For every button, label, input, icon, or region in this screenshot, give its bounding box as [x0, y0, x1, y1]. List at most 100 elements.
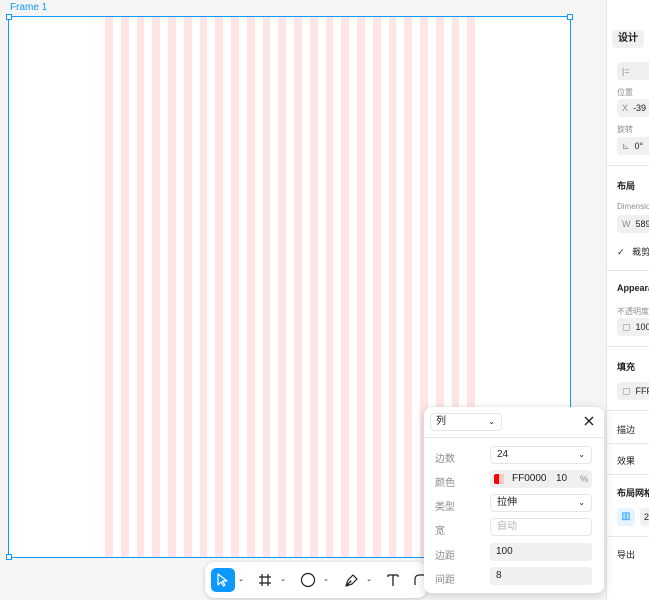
type-value: 拉伸: [497, 497, 517, 508]
type-select[interactable]: 拉伸 ⌄: [490, 494, 592, 512]
position-x-value: -39: [633, 103, 647, 113]
color-swatch-opacity: [499, 474, 504, 484]
gutter-label: 间距: [435, 575, 455, 586]
divider: [607, 536, 649, 537]
divider: [607, 443, 649, 444]
divider: [424, 437, 604, 438]
clip-label: 裁剪: [632, 247, 649, 257]
section-layout: 布局: [617, 181, 636, 191]
close-icon[interactable]: [582, 414, 596, 428]
frame-label[interactable]: Frame 1: [10, 2, 47, 13]
align-controls[interactable]: |=: [617, 62, 649, 80]
grid-column: [231, 17, 239, 557]
grid-column: [120, 17, 129, 557]
color-label: 颜色: [435, 478, 455, 489]
checkmark-icon: ✓: [617, 247, 625, 257]
grid-column: [294, 17, 302, 557]
width-field[interactable]: W 589: [617, 215, 649, 233]
grid-column: [357, 17, 365, 557]
grid-column: [152, 17, 160, 557]
grid-column: [262, 17, 271, 557]
chevron-down-icon[interactable]: ⌄: [279, 576, 287, 584]
ellipse-tool-icon[interactable]: [296, 568, 320, 592]
grid-column: [199, 17, 208, 557]
grid-column: [215, 17, 223, 557]
move-tool-icon[interactable]: [211, 568, 235, 592]
width-placeholder: 自动: [497, 521, 517, 532]
width-input[interactable]: 自动: [490, 518, 592, 536]
rotation-value: 0°: [634, 141, 644, 151]
divider: [607, 270, 649, 271]
section-export[interactable]: 导出: [617, 548, 635, 561]
grid-column: [341, 17, 349, 557]
column-grid-icon[interactable]: ▥: [617, 508, 635, 526]
tab-design[interactable]: 设计: [612, 30, 644, 48]
x-prefix: X: [622, 103, 629, 113]
rotation-icon: ⊾: [622, 141, 630, 151]
fill-field[interactable]: ▢ FFF: [617, 382, 649, 400]
opacity-icon: ▢: [622, 322, 631, 332]
position-x-field[interactable]: X -39: [617, 99, 649, 117]
divider: [607, 165, 649, 166]
fill-value: FFF: [635, 386, 649, 396]
grid-column: [309, 17, 318, 557]
grid-column: [246, 17, 255, 557]
gutter-value: 8: [496, 570, 502, 581]
margin-value: 100: [496, 546, 513, 557]
opacity-label: 不透明度: [617, 307, 649, 316]
resize-handle-bottom-left[interactable]: [6, 554, 12, 560]
opacity-field[interactable]: ▢ 100: [617, 318, 649, 336]
width-label: 宽: [435, 526, 445, 537]
rotation-field[interactable]: ⊾ 0°: [617, 137, 649, 155]
dimensions-label: Dimensio: [617, 202, 649, 211]
grid-column: [183, 17, 192, 557]
section-fill: 填充: [617, 362, 636, 372]
count-value: 24: [497, 449, 509, 460]
grid-column: [325, 17, 334, 557]
margin-label: 边距: [435, 551, 455, 562]
layout-grid-settings-popup: 列 ⌄ 边数 24 ⌄ 颜色 FF0000 10 % 类型 拉伸 ⌄ 宽 自动 …: [424, 407, 604, 593]
margin-input[interactable]: 100: [490, 543, 592, 561]
layout-grid-value[interactable]: 2: [640, 508, 649, 526]
opacity-value: 100: [635, 322, 649, 332]
count-label: 边数: [435, 454, 455, 465]
chevron-down-icon[interactable]: ⌄: [365, 576, 373, 584]
text-tool-icon[interactable]: [381, 568, 405, 592]
resize-handle-top-right[interactable]: [567, 14, 573, 20]
position-label: 位置: [617, 88, 633, 97]
grid-type-value: 列: [436, 416, 446, 427]
grid-column: [278, 17, 286, 557]
grid-column: [136, 17, 145, 557]
pen-tool-icon[interactable]: [339, 568, 363, 592]
divider: [548, 473, 549, 485]
gutter-input[interactable]: 8: [490, 567, 592, 585]
color-hex-value[interactable]: FF0000: [512, 470, 546, 488]
grid-column: [168, 17, 176, 557]
resize-handle-top-left[interactable]: [6, 14, 12, 20]
grid-column: [404, 17, 412, 557]
color-field[interactable]: FF0000 10 %: [490, 470, 592, 488]
percent-sign: %: [580, 474, 589, 484]
chevron-down-icon[interactable]: ⌄: [237, 576, 245, 584]
clip-content-checkbox[interactable]: ✓ 裁剪: [617, 245, 649, 258]
chevron-down-icon: ⌄: [578, 450, 585, 459]
chevron-down-icon: ⌄: [578, 498, 585, 507]
divider: [607, 346, 649, 347]
section-layout-grid: 布局网格: [617, 488, 649, 498]
w-prefix: W: [622, 219, 631, 229]
divider: [607, 474, 649, 475]
fill-swatch-icon: ▢: [622, 386, 631, 396]
count-select[interactable]: 24 ⌄: [490, 446, 592, 464]
chevron-down-icon[interactable]: ⌄: [322, 576, 330, 584]
chevron-down-icon: ⌄: [488, 417, 495, 426]
width-value: 589: [635, 219, 649, 229]
grid-column: [388, 17, 397, 557]
section-stroke[interactable]: 描边: [617, 423, 635, 436]
color-opacity-value[interactable]: 10: [556, 470, 567, 488]
frame-tool-icon[interactable]: [253, 568, 277, 592]
grid-type-select[interactable]: 列 ⌄: [430, 413, 502, 431]
grid-column: [372, 17, 381, 557]
rotation-label: 旋转: [617, 125, 633, 134]
section-effects[interactable]: 效果: [617, 454, 635, 467]
properties-panel: 设计 |= 位置 X -39 旋转 ⊾ 0° 布局 Dimensio W 589 ✓ …: [606, 0, 649, 600]
